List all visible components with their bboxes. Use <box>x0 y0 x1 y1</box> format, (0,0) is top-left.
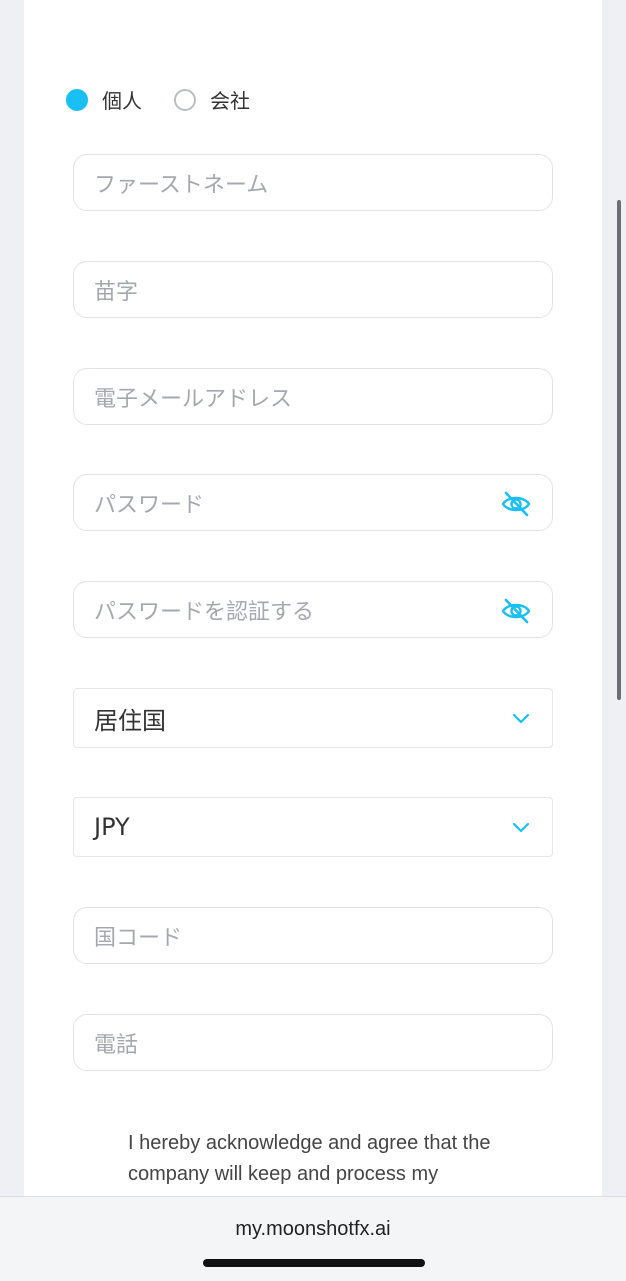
email-field[interactable]: 電子メールアドレス <box>73 368 553 425</box>
chevron-down-icon <box>512 713 530 724</box>
password-placeholder: パスワード <box>94 492 205 518</box>
phone-field[interactable]: 電話 <box>73 1014 553 1071</box>
country-of-residence-select[interactable]: 居住国 <box>73 688 553 748</box>
last-name-placeholder: 苗字 <box>94 279 139 305</box>
agreement-text: I hereby acknowledge and agree that the … <box>128 1132 491 1185</box>
radio-company[interactable] <box>174 88 196 111</box>
scrollbar[interactable] <box>617 200 621 700</box>
address-bar-url[interactable]: my.moonshotfx.ai <box>0 1218 626 1241</box>
chevron-down-icon <box>512 822 530 833</box>
radio-individual-label[interactable]: 個人 <box>102 85 142 114</box>
home-indicator[interactable] <box>203 1259 425 1267</box>
confirm-password-placeholder: パスワードを認証する <box>94 599 315 625</box>
country-code-placeholder: 国コード <box>94 925 183 951</box>
eye-off-icon[interactable] <box>500 488 532 520</box>
last-name-field[interactable]: 苗字 <box>73 261 553 318</box>
radio-company-label[interactable]: 会社 <box>210 85 250 114</box>
password-field[interactable]: パスワード <box>73 474 553 531</box>
confirm-password-field[interactable]: パスワードを認証する <box>73 581 553 638</box>
country-select-value: 居住国 <box>94 706 166 735</box>
phone-placeholder: 電話 <box>94 1032 139 1058</box>
first-name-field[interactable]: ファーストネーム <box>73 154 553 211</box>
radio-individual[interactable] <box>66 88 88 111</box>
currency-select-value: JPY <box>94 813 130 841</box>
account-type-radio-group: 個人 会社 <box>66 85 282 114</box>
currency-select[interactable]: JPY <box>73 797 553 857</box>
first-name-placeholder: ファーストネーム <box>94 172 269 198</box>
country-code-field[interactable]: 国コード <box>73 907 553 964</box>
eye-off-icon[interactable] <box>500 595 532 627</box>
email-placeholder: 電子メールアドレス <box>94 386 293 412</box>
